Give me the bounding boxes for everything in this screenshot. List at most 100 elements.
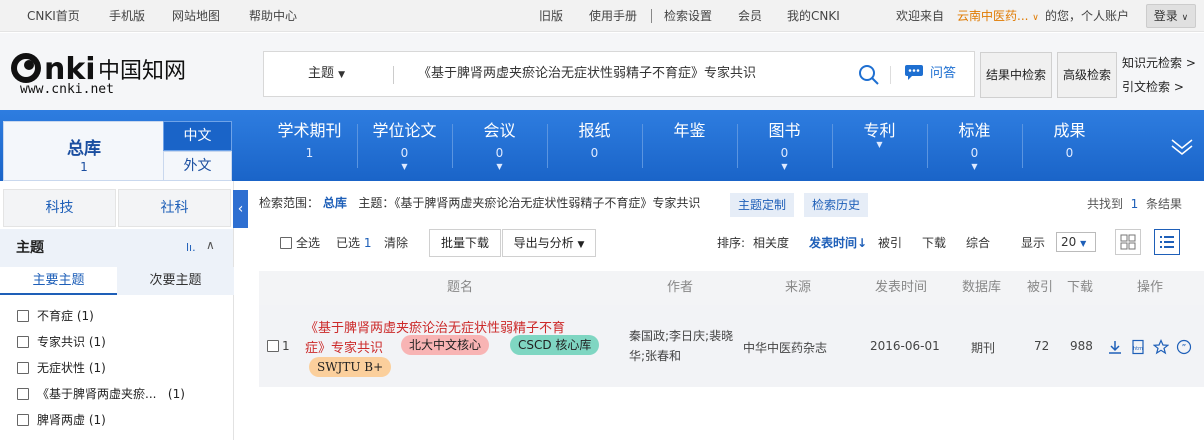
arrow-down-icon: ↓ [857,236,868,250]
filter-label: 不育症 [37,309,74,323]
filter-count: (1) [167,387,185,401]
expand-chevron-icon[interactable] [1170,136,1194,156]
member-link[interactable]: 会员 [738,0,762,32]
search-in-results-button[interactable]: 结果中检索 [980,52,1052,98]
col-source: 来源 [785,280,812,295]
grid-view-button[interactable] [1115,229,1141,255]
topic-custom-button[interactable]: 主题定制 [730,193,795,217]
advanced-search-button[interactable]: 高级检索 [1057,52,1117,98]
download-count: 988 [1070,339,1093,353]
html-read-icon[interactable]: htm [1130,339,1146,355]
search-field-label: 主题 [308,66,335,81]
batch-download-button[interactable]: 批量下载 [429,229,501,257]
citation-search-label: 引文检索 [1122,80,1171,94]
caret-down-icon: ▼ [338,70,346,80]
export-analysis-dropdown[interactable]: 导出与分析 ▼ [502,229,596,257]
lang-chinese-tab[interactable]: 中文 [163,121,232,151]
list-view-button[interactable] [1154,229,1180,255]
checkbox[interactable] [17,362,29,374]
tab-journals[interactable]: 学术期刊 1 [262,120,357,170]
sort-overall[interactable]: 综合 [966,226,990,260]
filter-item[interactable]: 专家共识 (1) [17,333,106,351]
clear-button[interactable]: 清除 [384,226,408,260]
select-all[interactable]: 全选 [280,226,320,260]
tab-yearbooks[interactable]: 年鉴 [642,120,737,170]
checkbox[interactable] [17,414,29,426]
search-icon[interactable] [858,64,880,86]
login-button[interactable]: 登录 ∨ [1146,4,1196,28]
tab-newspapers[interactable]: 报纸 0 [547,120,642,170]
tab-standards[interactable]: 标准 0 ▼ [927,120,1022,171]
database-type: 期刊 [971,341,996,355]
mobile-link[interactable]: 手机版 [109,0,145,32]
filter-count: (1) [76,309,94,323]
tab-science[interactable]: 科技 [3,189,116,227]
checkbox[interactable] [267,340,279,352]
knowledge-search-link[interactable]: 知识元检索 > [1122,54,1196,71]
tab-dissertations[interactable]: 学位论文 0 ▼ [357,120,452,171]
filter-item[interactable]: 不育症 (1) [17,307,94,325]
checkbox[interactable] [17,388,29,400]
old-version-link[interactable]: 旧版 [539,0,563,32]
table-row: 1 《基于脾肾两虚夹瘀论治无症状性弱精子不育 症》专家共识 北大中文核心 CSC… [259,305,1204,387]
db-name: 图书 [768,121,801,140]
search-settings-link[interactable]: 检索设置 [664,0,712,32]
chart-icon[interactable]: lı. [186,241,196,254]
ask-button[interactable]: 问答 [904,52,956,96]
caret-down-icon: ▼ [876,140,883,149]
tab-achievements[interactable]: 成果 0 [1022,120,1117,170]
collapse-sidebar-button[interactable]: ‹ [233,190,248,228]
tab-books[interactable]: 图书 0 ▼ [737,120,832,171]
caret-down-icon: ▼ [1080,239,1087,248]
chevron-up-icon[interactable]: ∧ [206,238,215,252]
manual-link[interactable]: 使用手册 [589,0,637,32]
lang-foreign-tab[interactable]: 外文 [163,151,232,181]
found-prefix: 共找到 [1087,197,1124,211]
author-list[interactable]: 秦国政;李日庆;裴晓 [629,327,733,344]
star-icon[interactable] [1153,339,1169,355]
sort-date[interactable]: 发表时间↓ [809,226,867,260]
search-history-button[interactable]: 检索历史 [804,193,869,217]
db-name: 标准 [958,121,991,140]
topic-section-header[interactable]: 主题 lı. ∧ [0,229,233,267]
cite-icon[interactable]: ” [1176,339,1192,355]
tab-secondary-topic[interactable]: 次要主题 [117,267,234,295]
checkbox[interactable] [17,336,29,348]
results-table-header: 题名 作者 来源 发表时间 数据库 被引 下载 操作 [259,271,1204,305]
result-title[interactable]: 《基于脾肾两虚夹瘀论治无症状性弱精子不育 [305,317,565,336]
citation-search-link[interactable]: 引文检索 > [1122,78,1184,95]
cnki-home-link[interactable]: CNKI首页 [27,0,80,32]
filter-item[interactable]: 《基于脾肾两虚夹瘀... (1) [17,385,185,403]
checkbox[interactable] [17,310,29,322]
tab-zongku[interactable]: 总库 1 [3,121,163,181]
sort-cited[interactable]: 被引 [878,226,902,260]
sort-relevance[interactable]: 相关度 [753,226,789,260]
sort-downloads[interactable]: 下载 [922,226,946,260]
my-cnki-link[interactable]: 我的CNKI [787,0,840,32]
source-link[interactable]: 中华中医药杂志 [743,339,827,356]
filter-label: 《基于脾肾两虚夹瘀... [37,387,157,401]
help-link[interactable]: 帮助中心 [249,0,297,32]
search-field-select[interactable]: 主题 ▼ [308,52,345,97]
search-input[interactable]: 《基于脾肾两虚夹瘀论治无症状性弱精子不育症》专家共识 [418,52,756,96]
author-list-cont[interactable]: 华;张春和 [629,347,681,364]
tab-patents[interactable]: 专利 ▼ [832,120,927,170]
filter-item[interactable]: 脾肾两虚 (1) [17,411,106,429]
found-count: 1 [1130,197,1139,211]
page-size-select[interactable]: 20 ▼ [1056,232,1096,252]
tag-cscd: CSCD 核心库 [510,335,600,355]
knowledge-search-label: 知识元检索 [1122,56,1183,70]
filter-label: 无症状性 [37,361,86,375]
tab-social-science[interactable]: 社科 [118,189,231,227]
filter-item[interactable]: 无症状性 (1) [17,359,106,377]
org-name[interactable]: 云南中医药... ∨ [957,0,1039,34]
tab-primary-topic[interactable]: 主要主题 [0,267,117,295]
cnki-logo[interactable]: nki 中国知网 www.cnki.net [6,49,186,97]
tab-conferences[interactable]: 会议 0 ▼ [452,120,547,171]
checkbox[interactable] [280,237,292,249]
sitemap-link[interactable]: 网站地图 [172,0,220,32]
download-icon[interactable] [1107,339,1123,355]
result-title-cont[interactable]: 症》专家共识 [305,337,383,356]
row-select[interactable]: 1 [267,339,290,353]
cited-count[interactable]: 72 [1034,339,1049,353]
